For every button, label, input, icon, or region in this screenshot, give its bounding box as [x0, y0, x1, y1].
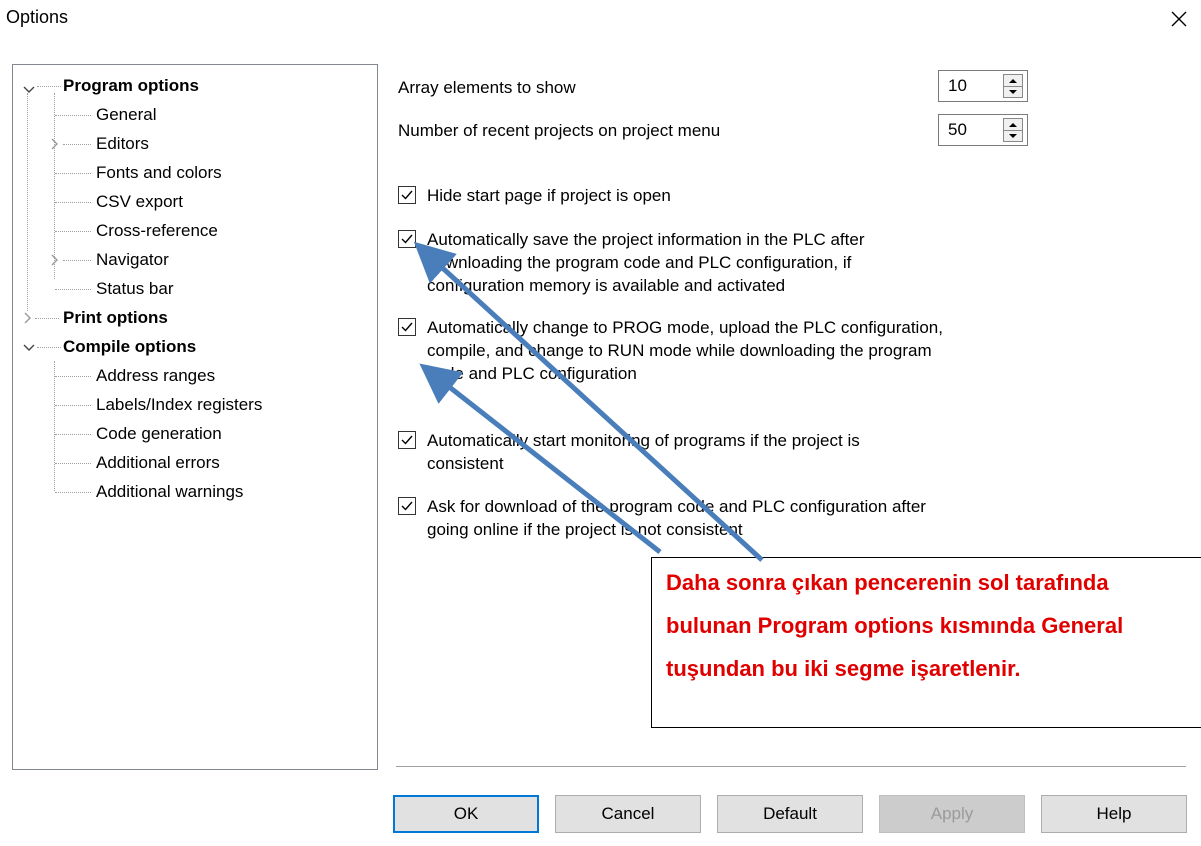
tree-item-program-options[interactable]: Program options [63, 71, 199, 100]
close-icon [1171, 11, 1187, 27]
help-button[interactable]: Help [1041, 795, 1187, 833]
checkbox-label-auto-save-project-info[interactable]: Automatically save the project informati… [427, 228, 865, 297]
title-bar: Options [0, 0, 1201, 38]
checkbox-label-hide-start-page[interactable]: Hide start page if project is open [427, 184, 671, 207]
checkmark-icon [401, 190, 413, 200]
tree-item-additional-errors[interactable]: Additional errors [96, 448, 220, 477]
default-button[interactable]: Default [717, 795, 863, 833]
checkbox-auto-monitoring[interactable] [398, 431, 416, 449]
spin-down-icon[interactable] [1004, 130, 1022, 141]
array-elements-spinner[interactable]: 10 [938, 70, 1028, 102]
checkbox-label-ask-download[interactable]: Ask for download of the program code and… [427, 495, 926, 541]
checkbox-ask-download[interactable] [398, 497, 416, 515]
cancel-button[interactable]: Cancel [555, 795, 701, 833]
button-separator [396, 766, 1186, 767]
checkbox-label-auto-prog-mode[interactable]: Automatically change to PROG mode, uploa… [427, 316, 943, 385]
tree-item-print-options[interactable]: Print options [63, 303, 168, 332]
checkmark-icon [401, 234, 413, 244]
tree-item-additional-warnings[interactable]: Additional warnings [96, 477, 243, 506]
chevron-right-icon[interactable] [48, 253, 62, 267]
tree-item-compile-options[interactable]: Compile options [63, 332, 196, 361]
chevron-right-icon[interactable] [48, 137, 62, 151]
apply-button[interactable]: Apply [879, 795, 1025, 833]
chevron-down-icon[interactable] [22, 341, 36, 355]
annotation-line: tuşundan bu iki segme işaretlenir. [666, 656, 1021, 681]
tree-item-labels-index-registers[interactable]: Labels/Index registers [96, 390, 262, 419]
annotation-line: bulunan Program options kısmında General [666, 613, 1124, 638]
close-button[interactable] [1157, 0, 1201, 38]
checkbox-auto-save-project-info[interactable] [398, 230, 416, 248]
spin-buttons [1003, 118, 1023, 142]
recent-projects-value[interactable]: 50 [948, 120, 967, 140]
recent-projects-spinner[interactable]: 50 [938, 114, 1028, 146]
spin-buttons [1003, 74, 1023, 98]
checkmark-icon [401, 435, 413, 445]
checkmark-icon [401, 501, 413, 511]
recent-projects-label: Number of recent projects on project men… [398, 121, 721, 140]
array-elements-value[interactable]: 10 [948, 76, 967, 96]
tree-item-cross-reference[interactable]: Cross-reference [96, 216, 218, 245]
tree-item-general[interactable]: General [96, 100, 157, 129]
tree-item-address-ranges[interactable]: Address ranges [96, 361, 215, 390]
options-tree[interactable]: Program options General Editors Fonts an… [12, 64, 378, 770]
tree-item-editors[interactable]: Editors [96, 129, 149, 158]
ok-button[interactable]: OK [393, 795, 539, 833]
checkbox-hide-start-page[interactable] [398, 186, 416, 204]
chevron-down-icon[interactable] [22, 83, 36, 97]
window-title: Options [6, 7, 69, 27]
spin-down-icon[interactable] [1004, 86, 1022, 97]
tree-item-code-generation[interactable]: Code generation [96, 419, 222, 448]
annotation-note: Daha sonra çıkan pencerenin sol tarafınd… [651, 557, 1201, 728]
tree-item-csv-export[interactable]: CSV export [96, 187, 183, 216]
checkbox-auto-prog-mode[interactable] [398, 318, 416, 336]
checkmark-icon [401, 322, 413, 332]
annotation-line: Daha sonra çıkan pencerenin sol tarafınd… [666, 570, 1109, 595]
tree-item-status-bar[interactable]: Status bar [96, 274, 174, 303]
checkbox-label-auto-monitoring[interactable]: Automatically start monitoring of progra… [427, 429, 860, 475]
tree-item-fonts-and-colors[interactable]: Fonts and colors [96, 158, 222, 187]
array-elements-label: Array elements to show [398, 78, 576, 97]
tree-item-navigator[interactable]: Navigator [96, 245, 169, 274]
chevron-right-icon[interactable] [21, 311, 35, 325]
